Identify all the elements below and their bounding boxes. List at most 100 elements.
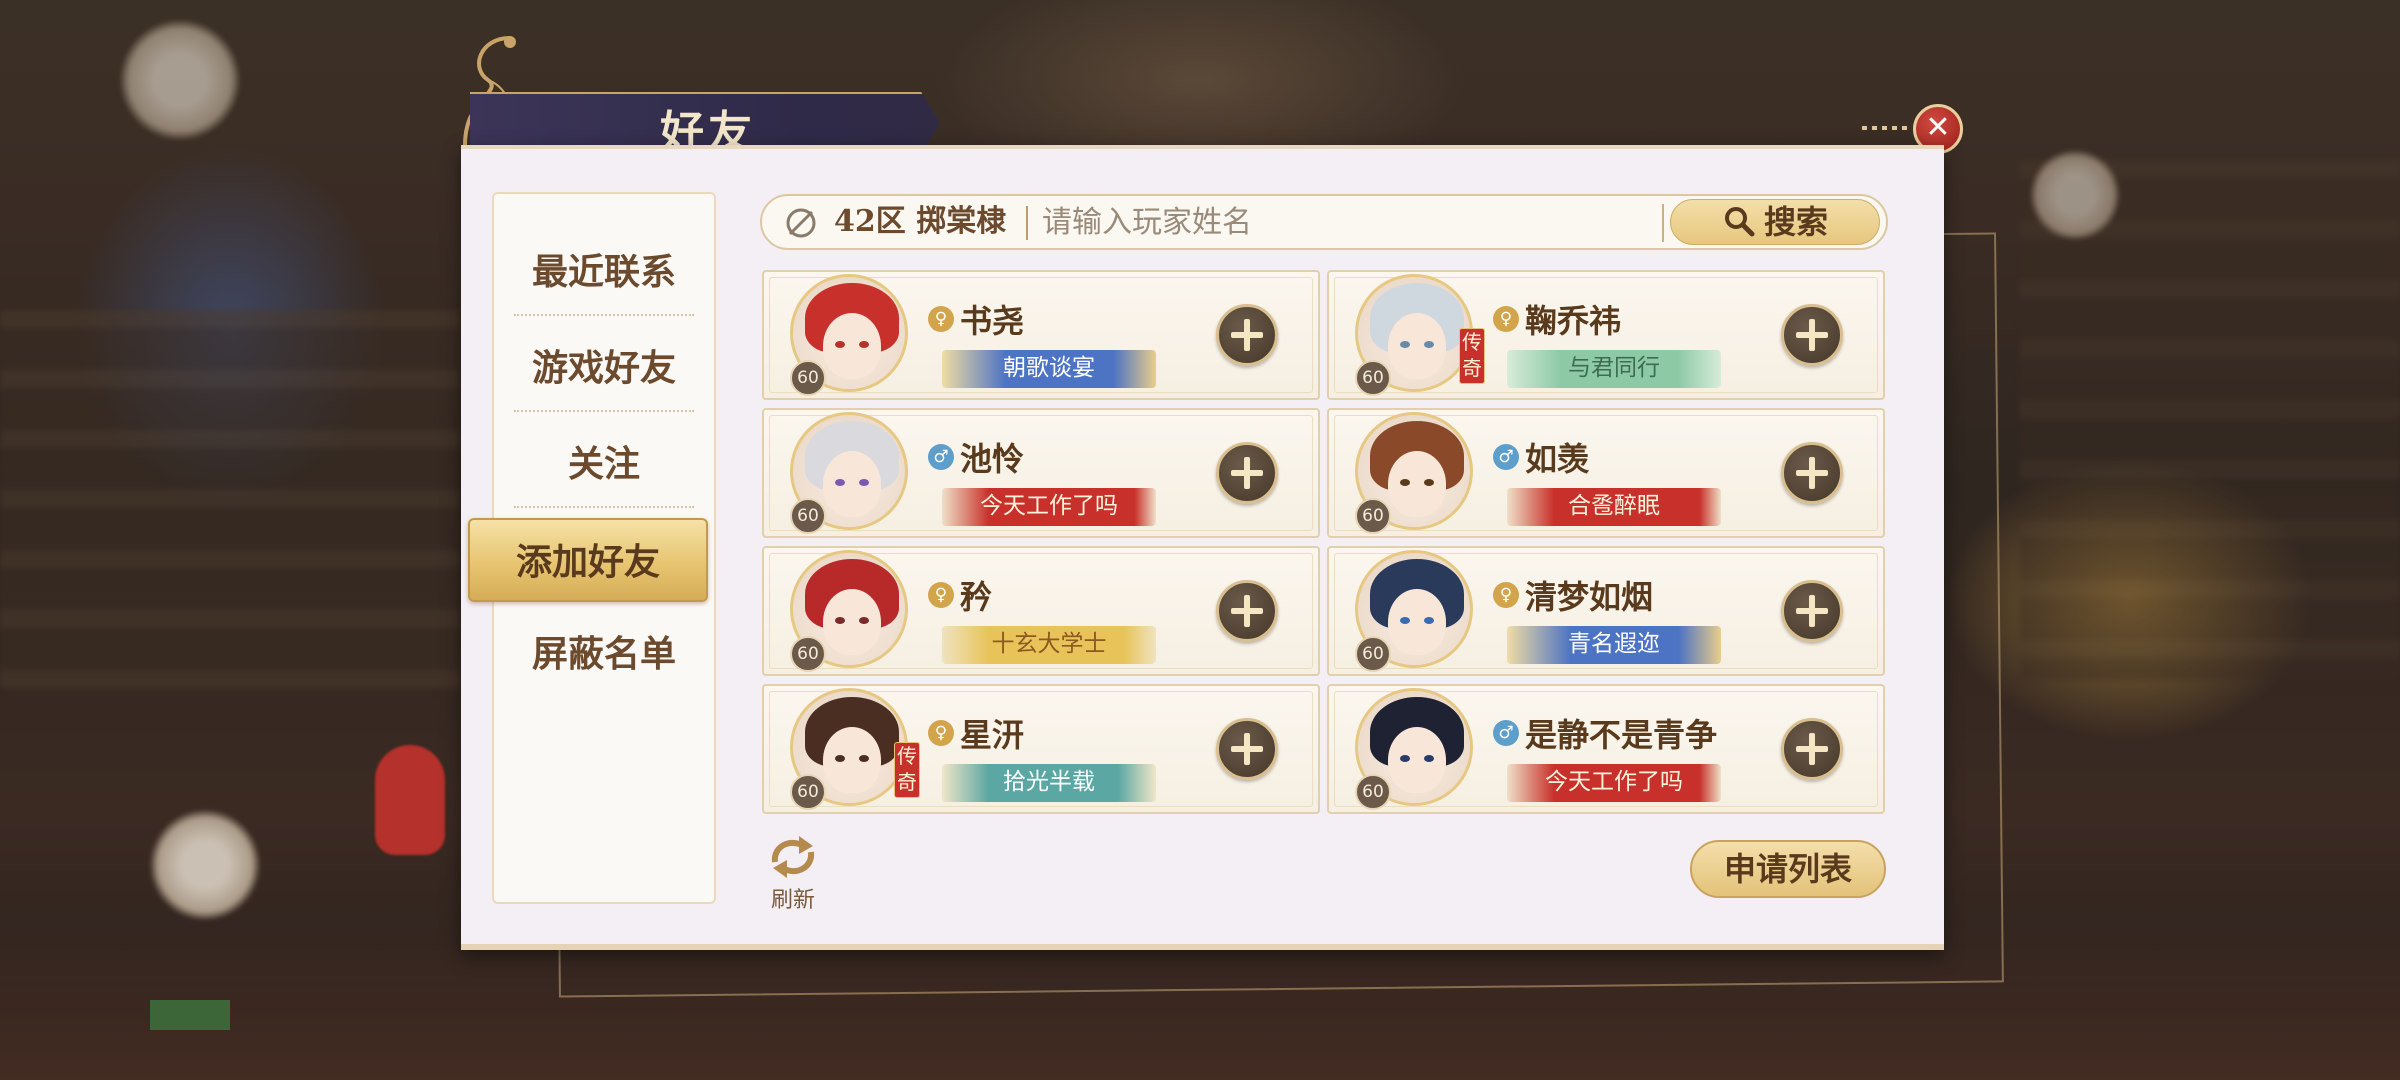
avatar-face bbox=[823, 727, 881, 793]
player-title-badge: 与君同行 bbox=[1507, 350, 1721, 388]
avatar-eye bbox=[835, 755, 845, 762]
avatar-eye bbox=[835, 341, 845, 348]
apply-list-button[interactable]: 申请列表 bbox=[1690, 840, 1886, 898]
player-title-badge: 拾光半载 bbox=[942, 764, 1156, 802]
refresh-label: 刷新 bbox=[770, 888, 815, 913]
player-level-badge: 60 bbox=[1355, 360, 1391, 396]
avatar-eye bbox=[1424, 755, 1434, 762]
search-divider bbox=[1026, 206, 1028, 240]
player-level-badge: 60 bbox=[790, 636, 826, 672]
player-card: 60 ♂ 是静不是青争 今天工作了吗 bbox=[1327, 684, 1885, 814]
avatar-face bbox=[1388, 451, 1446, 517]
avatar-eye bbox=[1424, 617, 1434, 624]
add-friend-button[interactable] bbox=[1216, 304, 1278, 366]
avatar-eye bbox=[835, 617, 845, 624]
background-strip bbox=[150, 1000, 230, 1030]
player-card: 60 传奇 ♀ 星汧拾光半载 bbox=[762, 684, 1320, 814]
avatar-face bbox=[823, 313, 881, 379]
male-gender-icon: ♂ bbox=[928, 444, 954, 470]
avatar-face bbox=[823, 451, 881, 517]
sidebar-divider bbox=[514, 314, 694, 316]
background-red-figure bbox=[375, 745, 445, 855]
player-name: 书尧 bbox=[960, 302, 1025, 340]
refresh-button[interactable]: 刷新 bbox=[758, 832, 828, 913]
add-friend-button[interactable] bbox=[1216, 442, 1278, 504]
legend-tag: 传奇 bbox=[1459, 328, 1485, 384]
background-flower bbox=[150, 810, 260, 920]
player-title-badge: 合卺醉眠 bbox=[1507, 488, 1721, 526]
player-title-badge: 今天工作了吗 bbox=[1507, 764, 1721, 802]
avatar-face bbox=[1388, 589, 1446, 655]
player-card: 60 ♂ 如羡合卺醉眠 bbox=[1327, 408, 1885, 538]
refresh-icon bbox=[771, 836, 815, 878]
sidebar: 最近联系 游戏好友 关注 添加好友 屏蔽名单 bbox=[468, 192, 716, 904]
sidebar-item-block-list[interactable]: 屏蔽名单 bbox=[512, 606, 696, 702]
player-level-badge: 60 bbox=[1355, 636, 1391, 672]
sidebar-divider bbox=[514, 410, 694, 412]
player-card: 60 ♀ 书尧朝歌谈宴 bbox=[762, 270, 1320, 400]
avatar-eye bbox=[1424, 341, 1434, 348]
female-gender-icon: ♀ bbox=[1493, 582, 1519, 608]
search-button[interactable]: 搜索 bbox=[1670, 199, 1880, 245]
player-name: 池怜 bbox=[960, 440, 1025, 478]
legend-tag: 传奇 bbox=[894, 742, 920, 798]
player-name-search-input[interactable] bbox=[1042, 200, 1662, 244]
search-bar: 42区 掷棠棣 搜索 bbox=[760, 194, 1888, 250]
add-friend-button[interactable] bbox=[1781, 304, 1843, 366]
avatar-face bbox=[1388, 313, 1446, 379]
avatar-face bbox=[823, 589, 881, 655]
player-name: 鞠乔祎 bbox=[1525, 302, 1622, 340]
avatar-face bbox=[1388, 727, 1446, 793]
player-title-badge: 朝歌谈宴 bbox=[942, 350, 1156, 388]
avatar-eye bbox=[859, 755, 869, 762]
add-friend-button[interactable] bbox=[1216, 580, 1278, 642]
sidebar-item-game-friends[interactable]: 游戏好友 bbox=[512, 320, 696, 416]
player-card: 60 ♀ 矜十玄大学士 bbox=[762, 546, 1320, 676]
player-card: 60 传奇 ♀ 鞠乔祎与君同行 bbox=[1327, 270, 1885, 400]
close-icon: ✕ bbox=[1925, 110, 1951, 145]
add-friend-button[interactable] bbox=[1781, 580, 1843, 642]
sidebar-item-add-friend[interactable]: 添加好友 bbox=[468, 518, 708, 602]
avatar-eye bbox=[1400, 479, 1410, 486]
female-gender-icon: ♀ bbox=[1493, 306, 1519, 332]
add-friend-button[interactable] bbox=[1781, 718, 1843, 780]
player-level-badge: 60 bbox=[1355, 774, 1391, 810]
search-button-label: 搜索 bbox=[1763, 203, 1828, 241]
server-label[interactable]: 42区 掷棠棣 bbox=[834, 196, 1006, 248]
female-gender-icon: ♀ bbox=[928, 720, 954, 746]
background-shelf-left bbox=[0, 310, 460, 690]
player-name: 如羡 bbox=[1525, 440, 1590, 478]
player-name: 清梦如烟 bbox=[1525, 578, 1654, 616]
player-level-badge: 60 bbox=[1355, 498, 1391, 534]
player-card: 60 ♂ 池怜今天工作了吗 bbox=[762, 408, 1320, 538]
search-divider bbox=[1662, 204, 1664, 242]
avatar-eye bbox=[859, 617, 869, 624]
search-icon bbox=[1724, 207, 1755, 237]
avatar-eye bbox=[859, 479, 869, 486]
player-card: 60 ♀ 清梦如烟青名遐迩 bbox=[1327, 546, 1885, 676]
close-dots-decoration bbox=[1862, 126, 1912, 130]
background-flower bbox=[120, 20, 240, 140]
sidebar-item-recent-contacts[interactable]: 最近联系 bbox=[512, 224, 696, 320]
server-icon bbox=[786, 208, 816, 238]
player-level-badge: 60 bbox=[790, 360, 826, 396]
player-title-badge: 今天工作了吗 bbox=[942, 488, 1156, 526]
avatar-eye bbox=[1400, 341, 1410, 348]
player-name: 星汧 bbox=[960, 716, 1025, 754]
player-level-badge: 60 bbox=[790, 498, 826, 534]
avatar-eye bbox=[1400, 617, 1410, 624]
sidebar-divider bbox=[514, 506, 694, 508]
add-friend-button[interactable] bbox=[1781, 442, 1843, 504]
add-friend-button[interactable] bbox=[1216, 718, 1278, 780]
player-level-badge: 60 bbox=[790, 774, 826, 810]
background-flower bbox=[2030, 150, 2120, 240]
male-gender-icon: ♂ bbox=[1493, 444, 1519, 470]
player-title-badge: 青名遐迩 bbox=[1507, 626, 1721, 664]
female-gender-icon: ♀ bbox=[928, 306, 954, 332]
avatar-eye bbox=[859, 341, 869, 348]
player-title-badge: 十玄大学士 bbox=[942, 626, 1156, 664]
male-gender-icon: ♂ bbox=[1493, 720, 1519, 746]
sidebar-item-follow[interactable]: 关注 bbox=[512, 416, 696, 512]
female-gender-icon: ♀ bbox=[928, 582, 954, 608]
avatar-eye bbox=[1400, 755, 1410, 762]
